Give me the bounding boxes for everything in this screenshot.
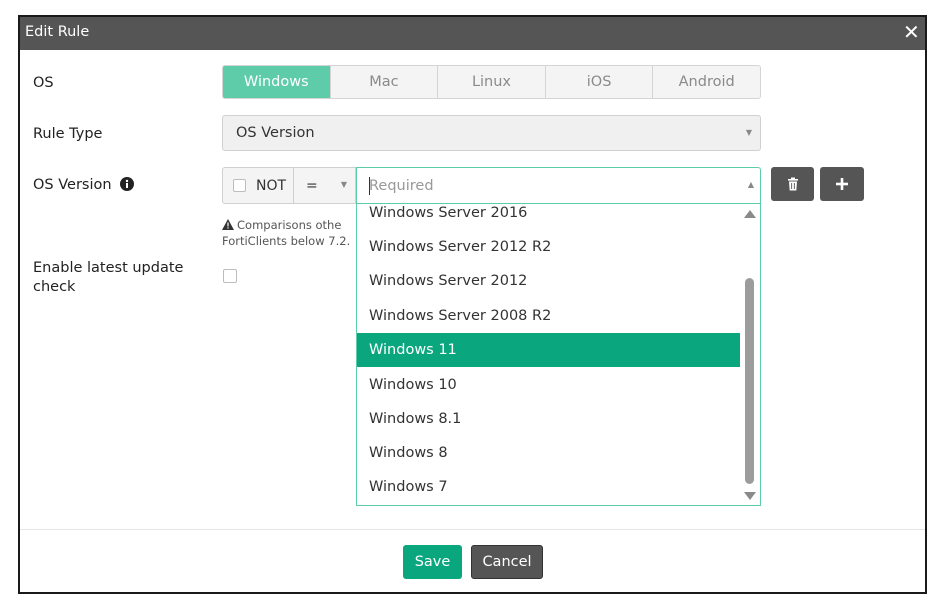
cancel-button[interactable]: Cancel <box>471 545 543 579</box>
dropdown-option[interactable]: Windows Server 2012 <box>357 264 741 298</box>
scrollbar-thumb[interactable] <box>745 278 754 484</box>
dropdown-option[interactable]: Windows Server 2012 R2 <box>357 230 741 264</box>
dropdown-option[interactable]: Windows 8.1 <box>357 402 741 436</box>
dropdown-option[interactable]: Windows 7 <box>357 470 741 504</box>
note-text-2: FortiClients below 7.2. <box>222 234 351 248</box>
dropdown-scrollbar[interactable] <box>740 204 760 505</box>
chevron-down-icon: ▼ <box>745 128 752 137</box>
os-version-label: OS Version <box>33 176 135 195</box>
os-version-input[interactable]: Required ▲ <box>356 167 761 204</box>
os-option-mac[interactable]: Mac <box>329 66 438 98</box>
operator-value: = <box>306 178 318 194</box>
edit-rule-dialog: Edit Rule ✕ OS Windows Mac Linux iOS And… <box>18 15 927 594</box>
version-note: Comparisons othe FortiClients below 7.2. <box>222 217 350 249</box>
operator-select[interactable]: = ▼ <box>294 167 356 204</box>
info-icon <box>120 177 135 191</box>
warning-icon <box>222 219 234 230</box>
footer-divider <box>20 529 925 530</box>
scroll-down-icon[interactable] <box>744 492 756 500</box>
os-option-android[interactable]: Android <box>652 66 760 98</box>
dropdown-option[interactable]: Windows Server 2016 <box>357 204 741 230</box>
latest-update-label-line1: Enable latest update <box>33 260 184 276</box>
not-checkbox[interactable] <box>233 179 246 192</box>
os-version-placeholder: Required <box>369 178 434 194</box>
rule-type-value: OS Version <box>236 125 315 141</box>
os-version-label-text: OS Version <box>33 177 112 193</box>
dropdown-option[interactable]: Windows 8 <box>357 436 741 470</box>
chevron-up-icon: ▲ <box>747 180 754 189</box>
dropdown-option-highlighted[interactable]: Windows 11 <box>357 333 741 367</box>
latest-update-label: Enable latest update check <box>33 259 183 297</box>
latest-update-checkbox[interactable] <box>223 269 237 283</box>
not-toggle: NOT <box>222 167 294 204</box>
dialog-titlebar: Edit Rule ✕ <box>20 17 925 50</box>
close-icon[interactable]: ✕ <box>903 22 920 42</box>
scroll-up-icon[interactable] <box>744 210 756 218</box>
os-version-dropdown: Windows Server 2016 Windows Server 2012 … <box>356 204 761 506</box>
rule-type-select[interactable]: OS Version ▼ <box>222 115 761 151</box>
delete-button[interactable] <box>771 167 814 201</box>
rule-type-label: Rule Type <box>33 126 103 142</box>
chevron-down-icon: ▼ <box>340 180 347 189</box>
latest-update-label-line2: check <box>33 279 76 295</box>
trash-icon <box>787 177 798 191</box>
note-text-1: Comparisons othe <box>237 218 342 232</box>
os-segmented-control: Windows Mac Linux iOS Android <box>222 65 761 99</box>
dialog-title: Edit Rule <box>25 24 90 40</box>
save-button[interactable]: Save <box>403 545 462 579</box>
note-line-1: Comparisons othe <box>222 217 350 233</box>
os-option-windows[interactable]: Windows <box>223 66 330 98</box>
os-option-linux[interactable]: Linux <box>437 66 545 98</box>
dropdown-option[interactable]: Windows 10 <box>357 368 741 402</box>
os-option-ios[interactable]: iOS <box>544 66 653 98</box>
os-label: OS <box>33 75 54 91</box>
dropdown-option[interactable]: Windows Server 2008 R2 <box>357 299 741 333</box>
not-label: NOT <box>256 178 287 194</box>
add-button[interactable] <box>820 167 864 201</box>
plus-icon <box>836 178 848 190</box>
